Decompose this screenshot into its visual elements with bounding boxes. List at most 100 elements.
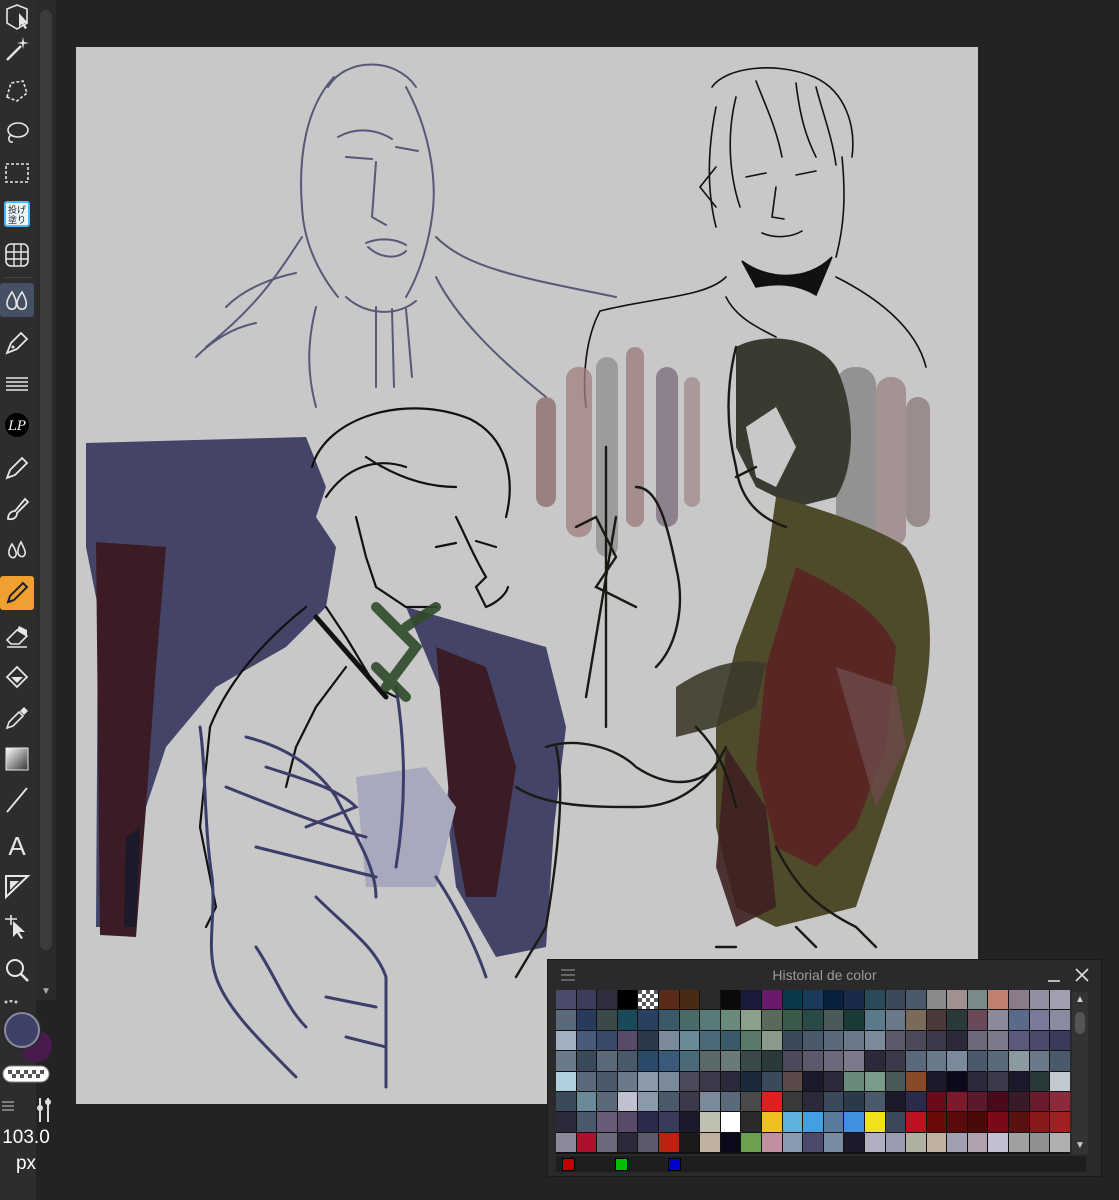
pen-icon[interactable] — [0, 326, 34, 360]
color-swatch[interactable] — [638, 1030, 658, 1051]
color-swatch[interactable] — [1029, 1051, 1050, 1071]
fill-plugin-icon[interactable]: 投げ 塗り — [0, 197, 34, 231]
color-swatch[interactable] — [782, 1091, 803, 1112]
text-icon[interactable]: A — [0, 828, 34, 862]
color-swatch[interactable] — [720, 990, 741, 1010]
color-swatch[interactable] — [761, 1010, 782, 1030]
color-swatch[interactable] — [885, 1091, 906, 1112]
color-swatch[interactable] — [617, 1010, 638, 1030]
color-swatch[interactable] — [741, 1091, 761, 1112]
color-swatch[interactable] — [1050, 1091, 1070, 1112]
color-swatch[interactable] — [1029, 1091, 1050, 1112]
menu-icon[interactable] — [560, 968, 576, 982]
color-swatch[interactable] — [885, 1132, 906, 1153]
color-swatch[interactable] — [556, 1091, 576, 1112]
toolbar-scroll-thumb[interactable] — [40, 10, 52, 950]
water-drop-icon[interactable] — [0, 533, 34, 567]
color-swatch[interactable] — [823, 1132, 844, 1153]
color-swatch[interactable] — [782, 1132, 803, 1153]
color-swatch[interactable] — [844, 1112, 864, 1132]
minimize-icon[interactable] — [1045, 966, 1063, 984]
color-swatch[interactable] — [556, 1132, 576, 1153]
color-swatch[interactable] — [906, 1091, 926, 1112]
color-swatch[interactable] — [741, 1010, 761, 1030]
color-swatch[interactable] — [700, 1010, 720, 1030]
color-swatch[interactable] — [803, 1010, 823, 1030]
marker-icon[interactable] — [0, 576, 34, 610]
color-swatch[interactable] — [700, 990, 720, 1010]
frame-icon[interactable] — [0, 869, 34, 903]
color-swatch[interactable] — [926, 1010, 947, 1030]
color-swatch[interactable] — [864, 1010, 885, 1030]
color-swatch[interactable] — [885, 1071, 906, 1091]
color-swatch[interactable] — [679, 1071, 700, 1091]
color-swatch[interactable] — [741, 1051, 761, 1071]
color-swatch[interactable] — [658, 1010, 679, 1030]
color-swatch[interactable] — [1009, 1091, 1029, 1112]
color-swatch[interactable] — [988, 1132, 1009, 1153]
color-swatch[interactable] — [782, 990, 803, 1010]
color-swatch[interactable] — [885, 1010, 906, 1030]
color-swatch[interactable] — [885, 1112, 906, 1132]
color-swatch[interactable] — [885, 1051, 906, 1071]
color-swatch[interactable] — [967, 1112, 988, 1132]
color-swatch[interactable] — [864, 1071, 885, 1091]
color-swatch[interactable] — [906, 1132, 926, 1153]
color-swatch[interactable] — [947, 1010, 967, 1030]
color-swatch[interactable] — [803, 1132, 823, 1153]
color-swatch[interactable] — [926, 1030, 947, 1051]
close-icon[interactable] — [1073, 966, 1091, 984]
color-swatch[interactable] — [1029, 1071, 1050, 1091]
color-swatch[interactable] — [679, 1030, 700, 1051]
color-swatch[interactable] — [988, 1010, 1009, 1030]
color-swatch[interactable] — [864, 1030, 885, 1051]
color-swatch[interactable] — [1009, 1071, 1029, 1091]
color-swatch[interactable] — [741, 1071, 761, 1091]
color-swatch[interactable] — [1009, 1132, 1029, 1153]
color-swatch[interactable] — [617, 1112, 638, 1132]
color-swatch[interactable] — [864, 1051, 885, 1071]
color-swatch[interactable] — [700, 1132, 720, 1153]
rgb-chip[interactable] — [615, 1158, 628, 1171]
color-swatch[interactable] — [1009, 990, 1029, 1010]
color-swatch[interactable] — [720, 1112, 741, 1132]
color-swatch[interactable] — [1050, 1112, 1070, 1132]
rgb-chip[interactable] — [668, 1158, 681, 1171]
color-swatch[interactable] — [926, 1112, 947, 1132]
lasso-select-icon[interactable] — [0, 115, 34, 149]
color-swatch[interactable] — [844, 1030, 864, 1051]
color-swatch[interactable] — [556, 990, 576, 1010]
color-swatch[interactable] — [906, 990, 926, 1010]
color-swatch[interactable] — [803, 990, 823, 1010]
fill-bucket-icon[interactable] — [0, 660, 34, 694]
brush-icon[interactable] — [0, 492, 34, 526]
eyedropper-icon[interactable] — [0, 701, 34, 735]
color-swatch[interactable] — [803, 1071, 823, 1091]
color-swatch[interactable] — [761, 1132, 782, 1153]
color-swatch[interactable] — [638, 1112, 658, 1132]
brush-size-display[interactable]: 103.0 px — [0, 1125, 52, 1179]
color-swatch[interactable] — [906, 1112, 926, 1132]
color-swatch[interactable] — [947, 1030, 967, 1051]
color-swatch[interactable] — [1050, 990, 1070, 1010]
color-swatch[interactable] — [1050, 1051, 1070, 1071]
polyline-select-icon[interactable] — [0, 74, 34, 108]
color-swatch[interactable] — [576, 1132, 597, 1153]
color-swatch[interactable] — [967, 990, 988, 1010]
color-swatch[interactable] — [803, 1030, 823, 1051]
color-swatch[interactable] — [720, 1010, 741, 1030]
color-swatch[interactable] — [638, 1051, 658, 1071]
color-swatch[interactable] — [617, 1030, 638, 1051]
color-swatch[interactable] — [597, 1071, 617, 1091]
color-swatch[interactable] — [556, 1051, 576, 1071]
operation-icon[interactable] — [0, 910, 34, 944]
color-swatch[interactable] — [576, 1071, 597, 1091]
color-swatch[interactable] — [988, 1091, 1009, 1112]
color-swatch[interactable] — [823, 1112, 844, 1132]
color-swatch[interactable] — [782, 1112, 803, 1132]
color-swatch[interactable] — [597, 1132, 617, 1153]
color-swatch[interactable] — [782, 1030, 803, 1051]
color-swatch[interactable] — [926, 1091, 947, 1112]
color-swatch[interactable] — [597, 990, 617, 1010]
color-swatch[interactable] — [556, 1030, 576, 1051]
